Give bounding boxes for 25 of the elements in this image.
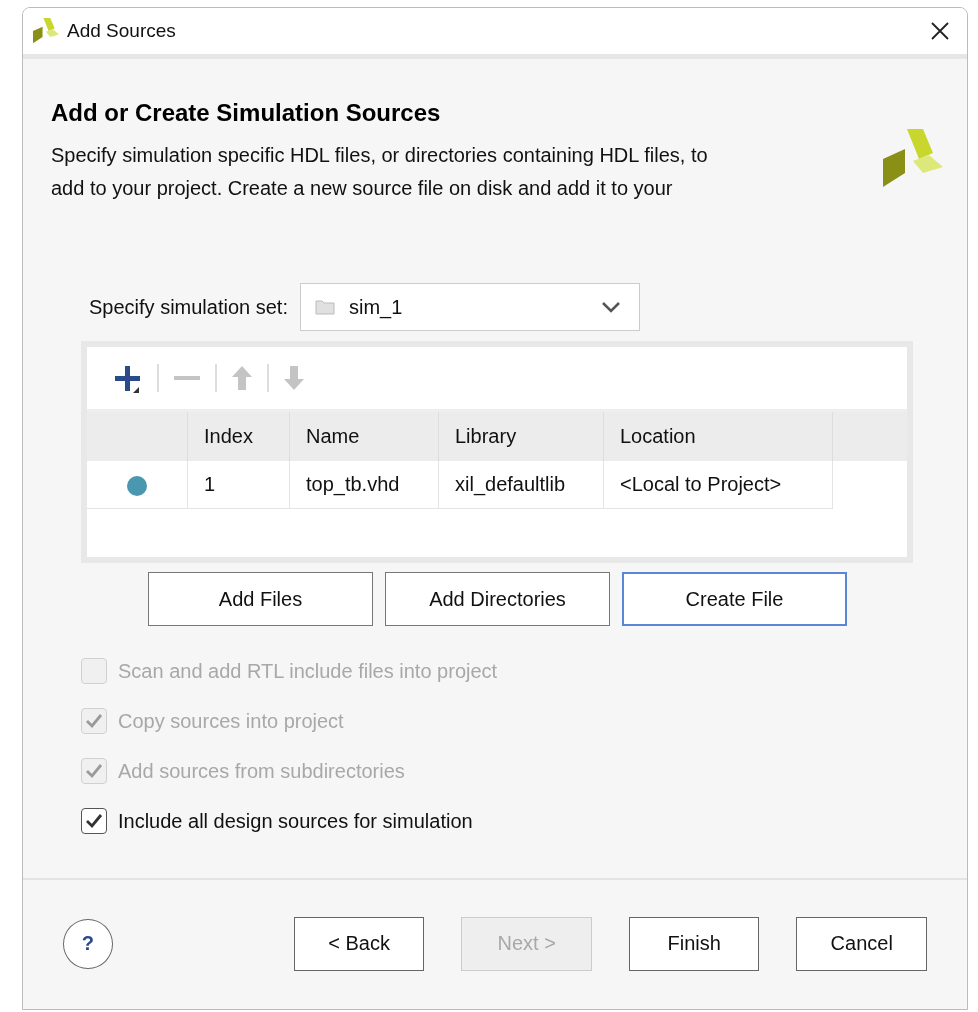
folder-icon — [315, 299, 335, 315]
table-cell: 1 — [187, 461, 290, 509]
page-heading: Add or Create Simulation Sources — [51, 99, 442, 127]
window-title: Add Sources — [67, 20, 177, 42]
checkbox-label: Scan and add RTL include files into project — [118, 659, 498, 683]
file-action-button[interactable]: Add Files — [148, 572, 373, 626]
field-label: Specify simulation set: — [89, 295, 288, 319]
checkbox-label: Copy sources into project — [118, 709, 344, 733]
column-header[interactable]: Library — [438, 412, 604, 461]
checkbox-label: Add sources from subdirectories — [118, 759, 405, 783]
simulation-set-dropdown[interactable]: sim_1 — [300, 283, 640, 331]
column-header[interactable]: Name — [289, 412, 439, 461]
column-header[interactable]: Location — [603, 412, 833, 461]
description-text: Specify simulation specific HDL files, or directories containing HDL files, to add to your project. Create a new source file on disk and add it to your — [51, 143, 709, 201]
file-action-button[interactable]: Add Directories — [385, 572, 610, 626]
table-cell: xil_defaultlib — [438, 461, 604, 509]
column-header[interactable]: Index — [187, 412, 290, 461]
file-action-button[interactable]: Create File — [622, 572, 847, 626]
table-cell: <Local to Project> — [603, 461, 833, 509]
chevron-down-icon — [601, 301, 621, 313]
checkbox[interactable] — [81, 808, 107, 834]
checkbox-label: Include all design sources for simulation — [118, 809, 473, 833]
brand-logo-icon — [883, 129, 943, 189]
app-logo-icon — [33, 18, 59, 44]
table-cell: top_tb.vhd — [289, 461, 439, 509]
